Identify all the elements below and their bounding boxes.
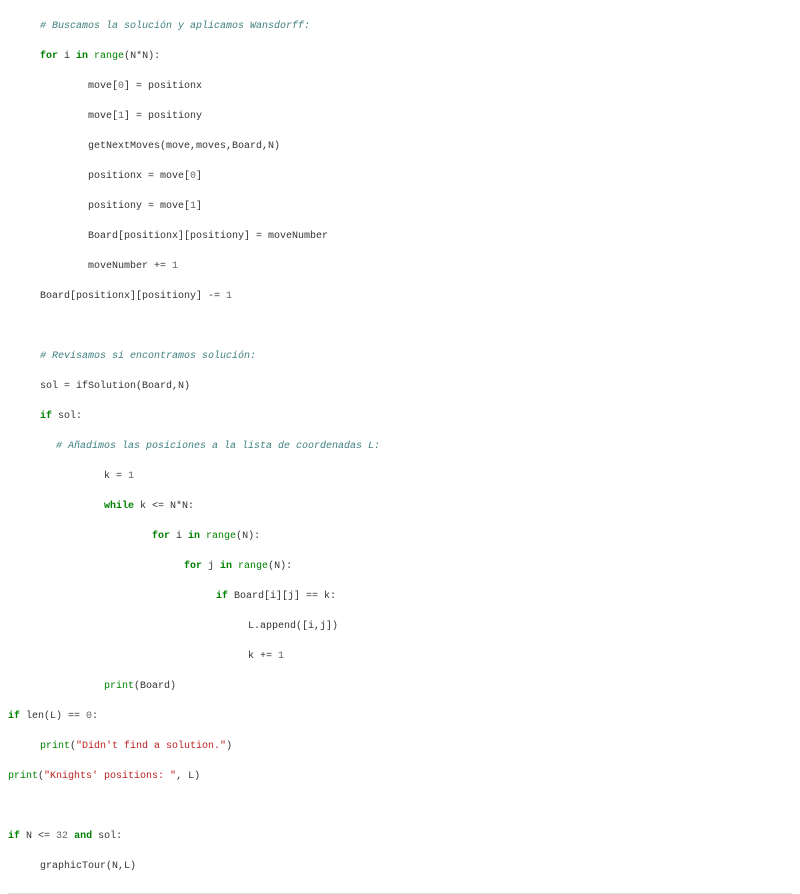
txt: sol = ifSolution(Board,N) [40,381,190,392]
num: 1 [226,291,232,302]
txt: ] [196,171,202,182]
num: 1 [172,261,178,272]
txt: : [92,711,98,722]
txt: positionx = move[ [88,171,190,182]
kw-if: if [216,591,228,602]
txt: , L) [176,771,200,782]
builtin-print: print [8,771,38,782]
string: "Didn't find a solution." [76,741,226,752]
txt: i [58,51,76,62]
txt: (N): [236,531,260,542]
txt: (N): [268,561,292,572]
kw-if: if [40,411,52,422]
txt: (N*N): [124,51,160,62]
txt: N <= [20,831,56,842]
string: "Knights' positions: " [44,771,176,782]
txt: i [170,531,188,542]
kw-in: in [220,561,232,572]
builtin-range: range [200,531,236,542]
num: 1 [278,651,284,662]
txt: getNextMoves(move,moves,Board,N) [88,141,280,152]
comment-revisamos: # Revisamos si encontramos solución: [40,351,256,362]
kw-in: in [76,51,88,62]
kw-in: in [188,531,200,542]
txt: (Board) [134,681,176,692]
builtin-print: print [104,681,134,692]
builtin-print: print [40,741,70,752]
txt: k = [104,471,128,482]
code-block: # Buscamos la solución y aplicamos Wansd… [8,4,792,889]
txt: move[ [88,81,118,92]
txt: k += [248,651,278,662]
txt: L.append([i,j]) [248,621,338,632]
txt: ] [196,201,202,212]
txt: len(L) == [20,711,86,722]
txt: positiony = move[ [88,201,190,212]
kw-for: for [40,51,58,62]
builtin-range: range [232,561,268,572]
kw-and: and [74,831,92,842]
txt: ] = positionx [124,81,202,92]
txt: sol: [52,411,82,422]
kw-if: if [8,831,20,842]
kw-if: if [8,711,20,722]
txt: j [202,561,220,572]
comment-wansdorff: # Buscamos la solución y aplicamos Wansd… [40,21,310,32]
txt: Board[positionx][positiony] = moveNumber [88,231,328,242]
txt: moveNumber += [88,261,172,272]
txt: k <= N*N: [134,501,194,512]
txt: move[ [88,111,118,122]
txt: graphicTour(N,L) [40,861,136,872]
num: 1 [128,471,134,482]
txt: sol: [92,831,122,842]
kw-while: while [104,501,134,512]
num: 32 [56,831,68,842]
kw-for: for [152,531,170,542]
builtin-range: range [88,51,124,62]
txt: ] = positiony [124,111,202,122]
txt: Board[i][j] == k: [228,591,336,602]
txt: Board[positionx][positiony] -= [40,291,226,302]
txt: ) [226,741,232,752]
kw-for: for [184,561,202,572]
comment-anadimos: # Añadimos las posiciones a la lista de … [56,441,380,452]
